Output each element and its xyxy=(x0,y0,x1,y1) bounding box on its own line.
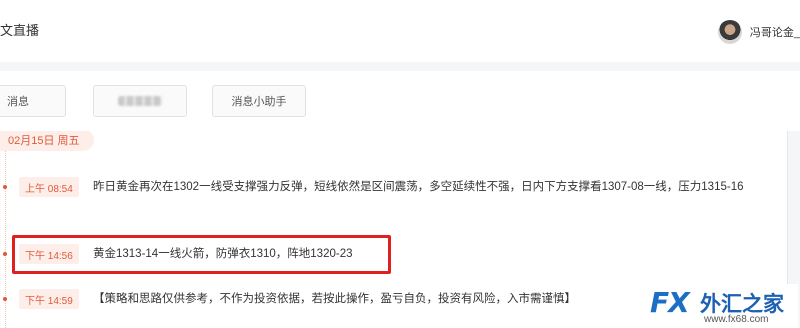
timeline-dot xyxy=(3,185,7,189)
avatar[interactable] xyxy=(717,20,742,44)
page-title: 文直播 xyxy=(0,23,40,38)
tab-blurred[interactable] xyxy=(93,85,187,117)
message-time: 下午 14:59 xyxy=(19,289,79,309)
message-time: 上午 08:54 xyxy=(19,177,79,197)
tabs-bar: 消息 消息小助手 xyxy=(0,71,800,131)
message-text: 昨日黄金再次在1302一线受支撑强力反弹，短线依然是区间震荡，多空延续性不强，日… xyxy=(93,181,744,193)
watermark-logo: FX 外汇之家 www.fx68.com xyxy=(646,284,798,328)
fx-logo-text: FX xyxy=(650,286,690,319)
top-header: 文直播 冯哥论金_ xyxy=(0,0,800,62)
user-menu[interactable]: 冯哥论金_ xyxy=(717,20,800,44)
message-text: 【策略和思路仅供参考，不作为投资依据，若按此操作，盈亏自负，投资有风险，入市需谨… xyxy=(93,293,576,305)
timeline-dot xyxy=(3,297,7,301)
tab-messages[interactable]: 消息 xyxy=(0,85,66,117)
user-name[interactable]: 冯哥论金_ xyxy=(750,24,800,40)
timeline-line xyxy=(5,151,6,328)
tab-message-assistant[interactable]: 消息小助手 xyxy=(212,85,306,117)
blurred-label xyxy=(118,96,162,106)
highlight-box xyxy=(12,235,391,274)
date-badge: 02月15日 周五 xyxy=(0,131,94,151)
brand-url: www.fx68.com xyxy=(704,314,769,325)
timeline-dot xyxy=(3,252,7,256)
